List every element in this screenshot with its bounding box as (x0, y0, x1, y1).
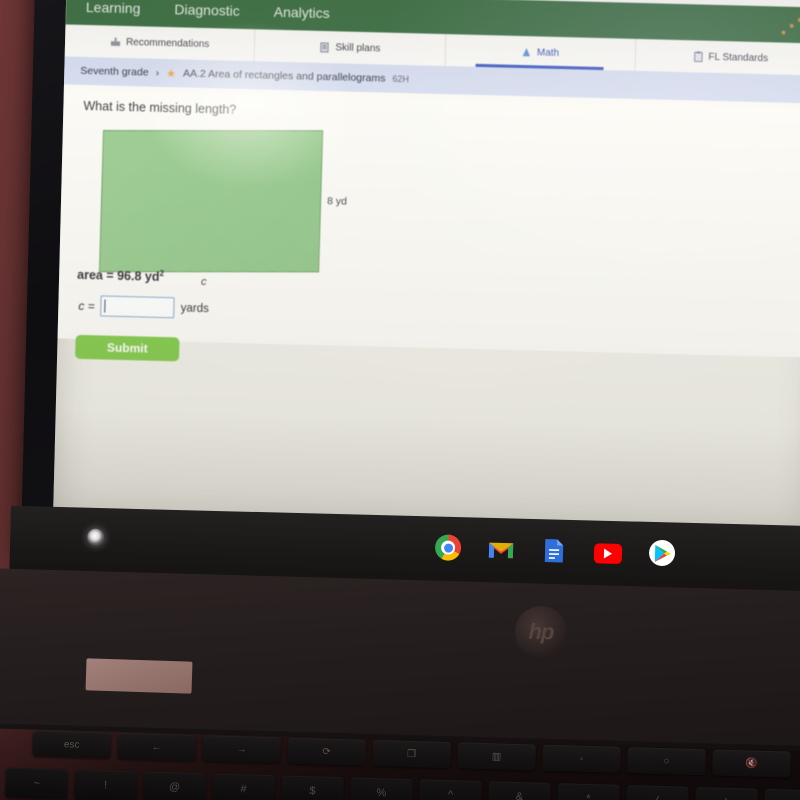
key-2[interactable]: @ (143, 771, 206, 800)
figure-bottom-label: c (200, 275, 207, 289)
figure-diagram: 8 yd c (79, 127, 800, 288)
taskbar-icons (434, 534, 676, 567)
star-icon[interactable]: ★ (166, 67, 176, 80)
key-minus[interactable]: _ (763, 788, 800, 800)
key-0[interactable]: ) (694, 786, 758, 800)
tab-fl-standards[interactable]: FL Standards (635, 39, 800, 76)
youtube-icon[interactable] (593, 542, 623, 564)
breadcrumb-grade[interactable]: Seventh grade (80, 65, 149, 79)
laptop-screen: Home - Student Portal ✕ (1) General (Mar… (52, 0, 800, 542)
tab-skill-plans[interactable]: Skill plans (254, 29, 446, 67)
answer-row: c = yards (78, 295, 209, 319)
tab-recommendations[interactable]: Recommendations (64, 24, 256, 62)
skill-plans-icon (320, 41, 330, 53)
skill-code: 62H (392, 73, 410, 85)
key-brightness-down[interactable]: ◦ (542, 744, 621, 773)
key-back[interactable]: ← (117, 732, 197, 761)
play-store-icon[interactable] (648, 539, 676, 567)
recommendations-icon (110, 37, 121, 46)
answer-variable: c = (78, 298, 95, 313)
question-area: What is the missing length? 8 yd c area … (57, 84, 800, 362)
figure-side-label: 8 yd (326, 195, 348, 208)
key-3[interactable]: # (212, 773, 275, 800)
key-1[interactable]: ! (74, 769, 137, 800)
gmail-icon[interactable] (488, 536, 515, 563)
tab-label: Math (536, 46, 560, 59)
laptop-photo: Home - Student Portal ✕ (1) General (Mar… (0, 0, 800, 800)
text-caret (104, 299, 106, 313)
area-exponent: 2 (159, 268, 165, 279)
tab-label: Skill plans (335, 41, 381, 54)
standards-icon (693, 50, 703, 62)
key-reload[interactable]: ⟳ (287, 737, 366, 766)
key-brightness-up[interactable]: ○ (627, 747, 706, 776)
key-forward[interactable]: → (202, 735, 282, 764)
ixl-page: XL Search topics and skills ⚲ Learning D… (57, 0, 800, 362)
key-5[interactable]: % (350, 777, 413, 800)
answer-input[interactable] (100, 295, 175, 319)
desk-reflection (85, 658, 193, 694)
key-fullscreen[interactable]: ❐ (372, 739, 451, 769)
answer-units: yards (180, 301, 209, 315)
rectangle-shape (98, 130, 324, 273)
submit-button[interactable]: Submit (75, 334, 180, 362)
breadcrumb-separator: › (155, 66, 160, 79)
key-7[interactable]: & (488, 781, 551, 800)
key-tilde[interactable]: ~ (5, 767, 69, 800)
decorative-dots (775, 12, 800, 44)
avatar[interactable] (796, 0, 800, 5)
breadcrumb-skill: AA.2 Area of rectangles and parallelogra… (182, 67, 386, 85)
docs-icon[interactable] (541, 537, 568, 564)
key-mute[interactable]: 🔇 (712, 749, 791, 778)
nav-item-diagnostic[interactable]: Diagnostic (174, 1, 240, 19)
tab-math[interactable]: Math (445, 34, 637, 71)
key-esc[interactable]: esc (32, 730, 112, 759)
power-indicator (87, 528, 105, 546)
key-6[interactable]: ^ (419, 779, 482, 800)
key-8[interactable]: * (556, 783, 620, 800)
tab-label: FL Standards (708, 51, 769, 64)
chrome-icon[interactable] (434, 534, 462, 561)
key-overview[interactable]: ▥ (457, 742, 536, 771)
tab-label: Recommendations (125, 36, 210, 50)
key-4[interactable]: $ (281, 775, 344, 800)
math-icon (522, 47, 531, 56)
key-9[interactable]: ( (625, 785, 689, 800)
area-equation: area = 96.8 yd2 (77, 267, 164, 284)
nav-item-analytics[interactable]: Analytics (274, 4, 330, 21)
question-prompt: What is the missing length? (83, 98, 237, 117)
nav-item-learning[interactable]: Learning (86, 0, 141, 16)
area-equation-text: area = 96.8 yd (76, 267, 160, 285)
